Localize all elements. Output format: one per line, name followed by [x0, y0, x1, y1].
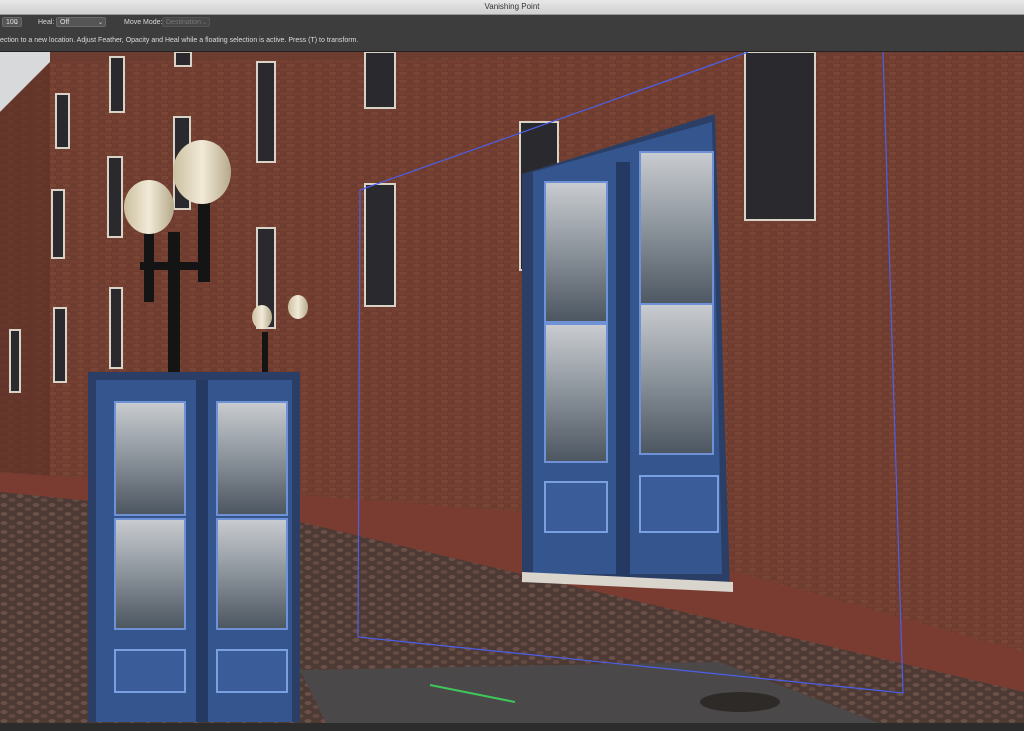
heal-select[interactable]: Off ⌄ [56, 17, 106, 27]
chevron-down-icon: ⌄ [201, 20, 207, 26]
opacity-select[interactable]: 100 ⌄ [2, 17, 22, 27]
image-canvas[interactable] [0, 52, 1024, 731]
chevron-down-icon: ⌄ [97, 20, 103, 26]
door-left [88, 372, 300, 722]
move-mode-label: Move Mode: [124, 19, 163, 26]
door-right [522, 114, 733, 592]
move-mode-select[interactable]: Destination ⌄ [162, 17, 210, 27]
options-bar: 100 ⌄ Heal: Off ⌄ Move Mode: Destination… [0, 15, 1024, 31]
manhole-cover [700, 692, 780, 712]
canvas-scene [0, 52, 1024, 731]
window-title: Vanishing Point [484, 2, 540, 11]
wall-shadow [0, 62, 50, 512]
status-hint-text: ection to a new location. Adjust Feather… [0, 37, 359, 44]
status-hint-bar: ection to a new location. Adjust Feather… [0, 31, 1024, 52]
window-title-bar: Vanishing Point [0, 0, 1024, 15]
heal-value: Off [60, 19, 70, 26]
heal-label: Heal: [38, 19, 55, 26]
move-mode-value: Destination [166, 19, 202, 26]
chevron-down-icon: ⌄ [13, 20, 19, 26]
bottom-status-strip [0, 723, 1024, 731]
